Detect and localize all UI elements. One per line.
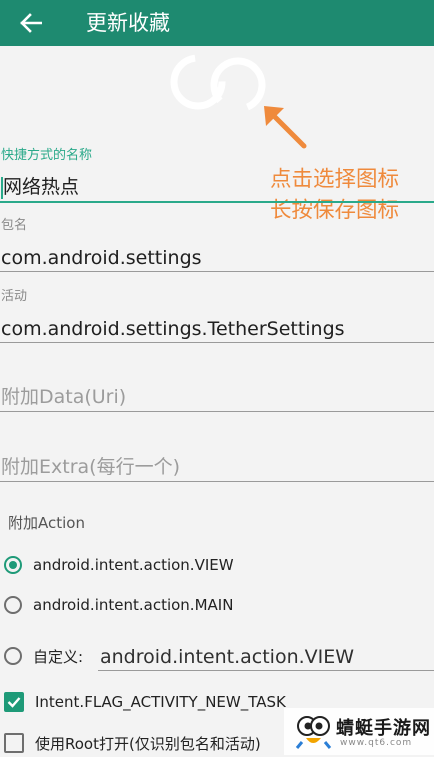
activity-field[interactable]: com.android.settings.TetherSettings [0,312,434,343]
data-uri-placeholder: 附加Data(Uri) [1,386,127,408]
checkbox-new-task[interactable]: Intent.FLAG_ACTIVITY_NEW_TASK [4,688,286,716]
data-uri-field[interactable]: 附加Data(Uri) [0,381,434,412]
loading-rings-icon [170,54,266,113]
package-field[interactable]: com.android.settings [0,241,434,272]
shortcut-name-label: 快捷方式的名称 [1,148,93,163]
action-section-label: 附加Action [8,514,85,532]
checkbox[interactable] [4,733,24,753]
activity-value: com.android.settings.TetherSettings [1,318,345,340]
arrow-left-icon [20,13,42,33]
check-icon [7,697,21,708]
package-label: 包名 [1,218,28,233]
shortcut-name-field[interactable]: 网络热点 [0,171,434,203]
app-bar: 更新收藏 [0,0,434,46]
radio-button[interactable] [4,596,22,614]
package-value: com.android.settings [1,247,202,269]
radio-action-view[interactable]: android.intent.action.VIEW [4,551,234,579]
checkbox-label: Intent.FLAG_ACTIVITY_NEW_TASK [35,693,286,711]
hint-arrow-icon [264,106,307,149]
shortcut-name-value: 网络热点 [3,176,80,198]
watermark-text: 蜻蜓手游网 [336,718,431,739]
shortcut-icon-picker[interactable] [166,52,274,118]
radio-label: 自定义: [33,647,84,666]
radio-button-checked[interactable] [4,556,22,574]
watermark-url: www.qt6.com [340,738,413,748]
extra-placeholder: 附加Extra(每行一个) [1,456,180,478]
radio-action-custom[interactable]: 自定义: [4,642,83,670]
page-title: 更新收藏 [86,11,170,35]
checkbox-checked[interactable] [4,692,24,712]
checkbox-root[interactable]: 使用Root打开(仅识别包名和活动) [4,729,261,757]
custom-action-value: android.intent.action.VIEW [100,646,355,668]
activity-label: 活动 [1,289,28,304]
radio-label: android.intent.action.MAIN [33,596,234,614]
custom-action-field[interactable]: android.intent.action.VIEW [98,640,434,671]
dragonfly-logo-icon [295,716,332,749]
watermark: 蜻蜓手游网 www.qt6.com [284,708,434,755]
radio-button[interactable] [4,647,22,665]
extra-field[interactable]: 附加Extra(每行一个) [0,451,434,482]
radio-label: android.intent.action.VIEW [33,556,234,574]
back-button[interactable] [14,6,48,40]
checkbox-label: 使用Root打开(仅识别包名和活动) [35,734,261,753]
radio-action-main[interactable]: android.intent.action.MAIN [4,591,233,619]
